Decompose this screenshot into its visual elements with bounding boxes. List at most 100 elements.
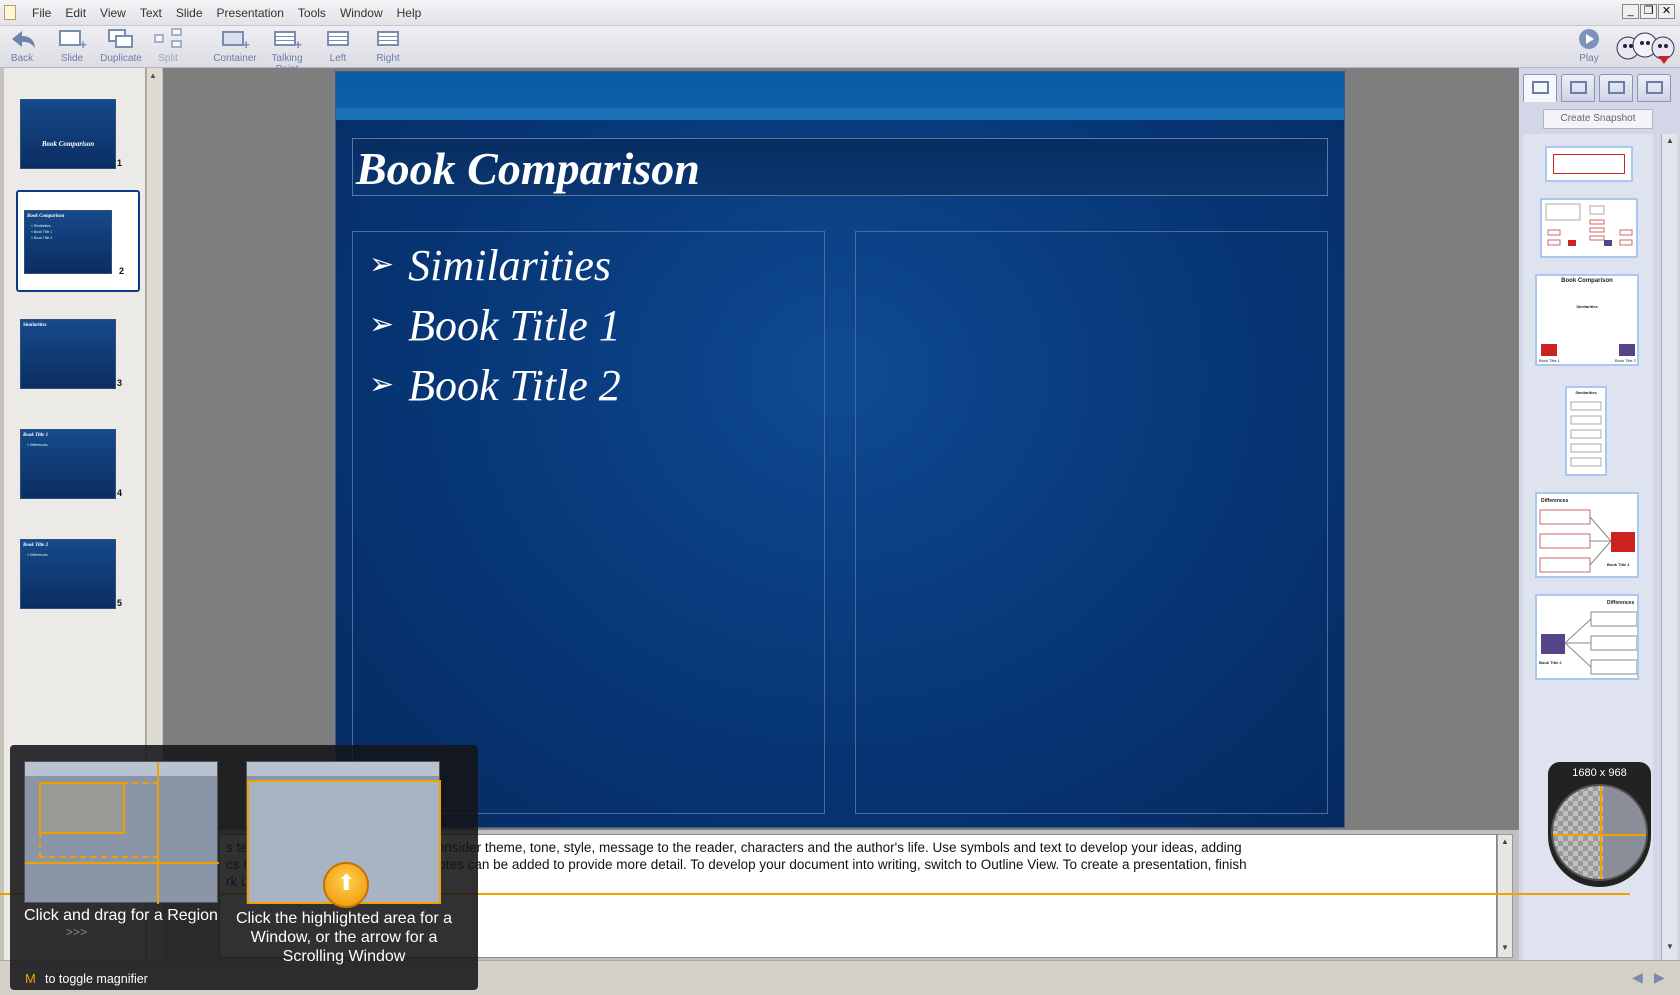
snapshot-item-6[interactable]: Differences Book Title 2: [1535, 594, 1639, 680]
menu-help[interactable]: Help: [390, 6, 429, 20]
snapshot-scrollbar[interactable]: ▲ ▼: [1661, 134, 1677, 960]
snapshot-label: Book Title 2: [1615, 358, 1636, 363]
bullet-item[interactable]: ➢ Book Title 1: [369, 300, 621, 351]
slide-title[interactable]: Book Comparison: [356, 142, 700, 195]
bullet-item[interactable]: ➢ Similarities: [369, 240, 611, 291]
talking-point-icon: +: [272, 28, 302, 51]
window-capture-option[interactable]: ⬆: [246, 761, 441, 908]
right-label: Right: [376, 53, 400, 64]
split-button[interactable]: Split: [150, 28, 186, 64]
capture-mode-panel: Click and drag for a Region ⬆ Click the …: [10, 745, 478, 990]
bullet-arrow-icon: ➢: [369, 368, 395, 401]
snapshot-item-3[interactable]: Book Comparison Similarities Book Title …: [1535, 274, 1639, 366]
slide-thumbnail-lines: » Differences: [27, 443, 48, 447]
menu-file[interactable]: File: [25, 6, 58, 20]
play-button[interactable]: Play: [1574, 28, 1604, 64]
slide-thumbnail-title: Book Title 1: [23, 433, 49, 438]
back-label: Back: [10, 53, 34, 64]
slide-thumbnail-lines: » Similarities» Book Title 1» Book Title…: [31, 224, 53, 240]
title-placeholder[interactable]: Book Comparison: [352, 138, 1328, 196]
slide-number-1: 1: [117, 158, 123, 168]
new-slide-button[interactable]: + Slide: [54, 28, 90, 64]
slide-thumbnail-2-selected[interactable]: Book Comparison » Similarities» Book Tit…: [16, 190, 140, 292]
snapshot-tabs: [1523, 74, 1676, 104]
snapshot-item-1[interactable]: [1545, 146, 1633, 182]
menu-slide[interactable]: Slide: [169, 6, 210, 20]
bullet-arrow-icon: ➢: [369, 308, 395, 341]
back-button[interactable]: Back: [8, 28, 36, 64]
snapshot-item-4[interactable]: Similarities: [1565, 386, 1607, 476]
snapshot-title: Similarities: [1575, 390, 1597, 395]
close-button[interactable]: ✕: [1658, 4, 1675, 19]
menu-presentation[interactable]: Presentation: [210, 6, 291, 20]
snapshot-subtitle: Similarities: [1576, 304, 1598, 309]
slide-thumbnail-5[interactable]: Book Title 2 » Differences: [20, 539, 116, 609]
slide-thumbnail-1[interactable]: Book Comparison: [20, 99, 116, 169]
region-capture-option[interactable]: [24, 761, 219, 904]
magnifier-hint-text: to toggle magnifier: [45, 972, 148, 986]
split-label: Split: [158, 53, 178, 64]
region-selection-box: [39, 782, 125, 834]
mascot-logo: [1614, 26, 1676, 66]
back-arrow-icon: [8, 28, 38, 50]
minimize-button[interactable]: _: [1622, 4, 1639, 19]
split-icon: [153, 28, 183, 50]
slide-thumbnail-3[interactable]: Similarities: [20, 319, 116, 389]
slide-thumbnail-4[interactable]: Book Title 1 » Differences: [20, 429, 116, 499]
next-slide-icon[interactable]: ▶: [1654, 969, 1665, 986]
scroll-up-icon[interactable]: ▲: [1666, 136, 1674, 145]
snapshot-item-2[interactable]: [1540, 198, 1638, 258]
menu-view[interactable]: View: [93, 6, 133, 20]
slide-thumbnail-2: Book Comparison » Similarities» Book Tit…: [24, 210, 112, 274]
notes-scrollbar[interactable]: ▲ ▼: [1497, 834, 1513, 958]
scroll-up-icon[interactable]: ▲: [1501, 837, 1509, 846]
menu-text[interactable]: Text: [133, 6, 169, 20]
window-selection-highlight[interactable]: ⬆: [247, 780, 441, 908]
slide-thumbnail-title: Book Comparison: [41, 140, 95, 148]
create-snapshot-button[interactable]: Create Snapshot: [1543, 109, 1653, 129]
layout-icon: [1646, 81, 1663, 94]
scrolling-window-arrow-button[interactable]: ⬆: [323, 862, 369, 908]
magnifier-shade: [1603, 786, 1646, 879]
snapshot-item-5[interactable]: Differences Book Title 1: [1535, 492, 1639, 578]
left-content-placeholder[interactable]: ➢ Similarities ➢ Book Title 1 ➢ Book Title …: [352, 231, 825, 814]
crosshair-horizontal: [25, 862, 219, 864]
tab-layout[interactable]: [1637, 74, 1671, 102]
crosshair-vertical: [1600, 786, 1602, 879]
slide-header-band: [336, 72, 1344, 108]
slide-thumbnail-lines: » Differences: [27, 553, 48, 557]
slide-number-4: 4: [117, 488, 123, 498]
window-capture-label: Click the highlighted area for a Window,…: [235, 910, 453, 965]
magnifier-lens: [1551, 784, 1648, 881]
right-content-placeholder[interactable]: [855, 231, 1328, 814]
tab-templates[interactable]: [1561, 74, 1595, 102]
previous-slide-icon[interactable]: ◀: [1632, 969, 1643, 986]
container-button[interactable]: + Container: [213, 28, 257, 64]
scroll-up-icon[interactable]: ▲: [149, 71, 157, 80]
bullet-item[interactable]: ➢ Book Title 2: [369, 360, 621, 411]
list-icon: [1608, 81, 1625, 94]
book-icon: [1619, 344, 1635, 356]
book-icon: [1541, 344, 1557, 356]
slide-editor[interactable]: Book Comparison ➢ Similarities ➢ Book Titl…: [335, 71, 1345, 828]
snapshot-title: Differences: [1607, 600, 1635, 606]
menu-window[interactable]: Window: [333, 6, 390, 20]
snapshot-label: Book Title 1: [1539, 358, 1560, 363]
menu-tools[interactable]: Tools: [291, 6, 333, 20]
tab-snapshots[interactable]: [1523, 74, 1557, 102]
duplicate-button[interactable]: Duplicate: [99, 28, 143, 64]
bullet-arrow-icon: ➢: [369, 248, 395, 281]
window-chrome: [25, 762, 217, 776]
slide-canvas: Book Comparison ➢ Similarities ➢ Book Titl…: [163, 68, 1519, 830]
restore-button[interactable]: ❐: [1640, 4, 1657, 19]
scroll-down-icon[interactable]: ▼: [1501, 943, 1509, 952]
snapshot-diagram: [1541, 611, 1638, 675]
snapshot-diagram: [1545, 203, 1633, 246]
capture-dimensions: 1680 x 968: [1572, 767, 1627, 779]
left-button[interactable]: Left: [322, 28, 354, 64]
right-button[interactable]: Right: [372, 28, 404, 64]
slide-thumbnail-title: Similarities: [23, 323, 47, 328]
tab-outline[interactable]: [1599, 74, 1633, 102]
scroll-down-icon[interactable]: ▼: [1666, 942, 1674, 951]
menu-edit[interactable]: Edit: [58, 6, 93, 20]
